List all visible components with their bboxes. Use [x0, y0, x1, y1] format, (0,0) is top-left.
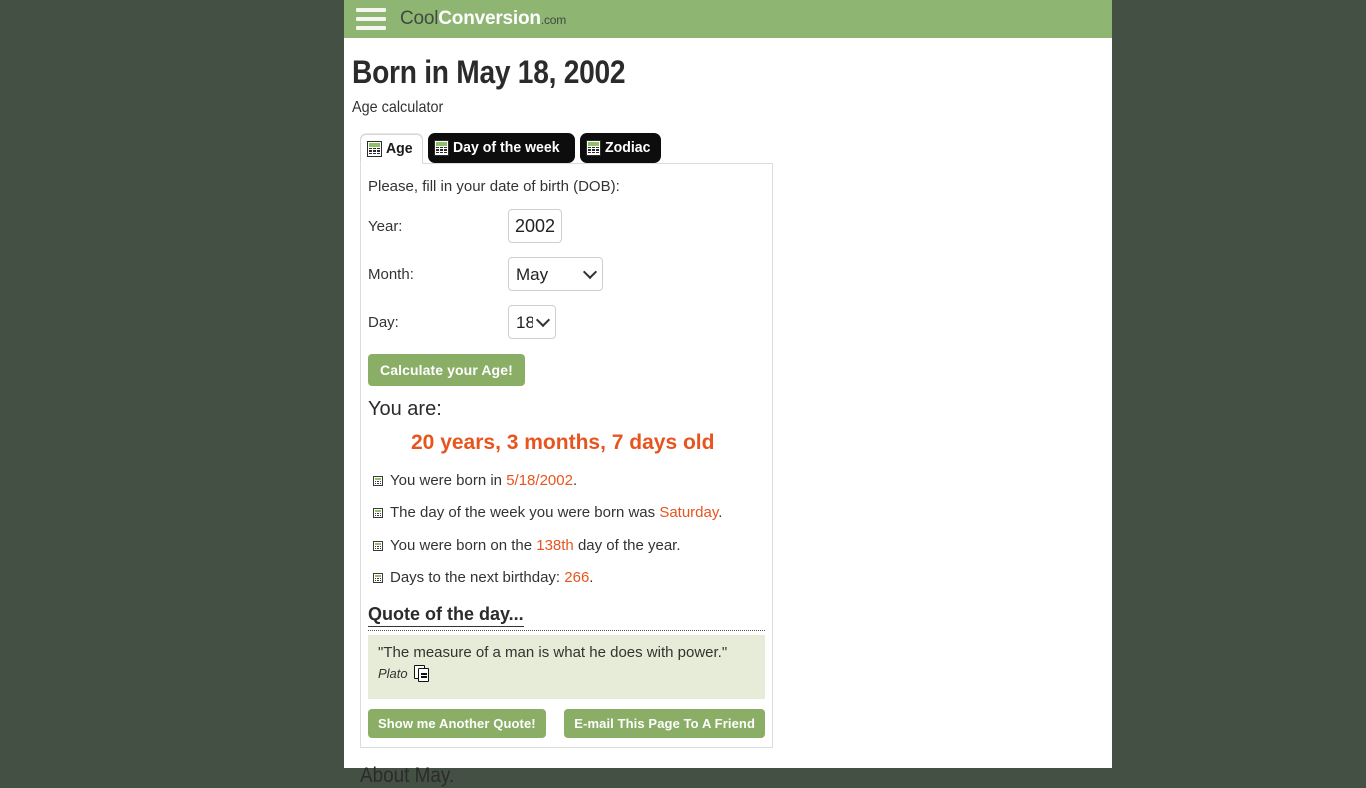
- day-label: Day:: [368, 313, 399, 331]
- page-subtitle: Age calculator: [352, 99, 444, 116]
- logo-text-com: .com: [540, 13, 567, 27]
- show-another-quote-button[interactable]: Show me Another Quote!: [368, 709, 546, 738]
- fact-highlight: 266: [564, 568, 590, 586]
- calculate-age-button[interactable]: Calculate your Age!: [368, 354, 525, 386]
- dob-prompt: Please, fill in your date of birth (DOB)…: [368, 178, 620, 195]
- fact-text: Days to the next birthday:: [390, 568, 565, 586]
- tab-age[interactable]: Age: [360, 134, 424, 164]
- site-header: CoolConversion.com: [344, 0, 1112, 38]
- fact-suffix: day of the year.: [573, 536, 681, 554]
- calculator-bullet-icon: [373, 476, 383, 486]
- you-are-label: You are:: [368, 398, 442, 420]
- email-page-button[interactable]: E-mail This Page To A Friend: [564, 709, 765, 738]
- hamburger-bar: [356, 17, 386, 21]
- fact-highlight: 138th: [536, 536, 574, 554]
- fact-suffix: .: [718, 504, 723, 522]
- fact-suffix: .: [572, 472, 578, 489]
- month-select[interactable]: May: [508, 257, 603, 291]
- copy-icon[interactable]: [413, 665, 430, 682]
- age-result: 20 years, 3 months, 7 days old: [411, 431, 715, 454]
- main-content: Born in May 18, 2002 Age calculator Age …: [344, 54, 1112, 788]
- fact-text: You were born in: [390, 472, 507, 489]
- calculator-icon: [585, 139, 601, 156]
- tab-day-of-the-week-label: Day of the week: [453, 139, 560, 156]
- tab-zodiac-label: Zodiac: [604, 139, 651, 156]
- list-item: The day of the week you were born was Sa…: [371, 503, 760, 523]
- calculator-icon: [367, 140, 382, 157]
- quote-author-row: Plato: [378, 665, 755, 682]
- calculator-icon: [434, 139, 450, 156]
- tab-day-of-the-week[interactable]: Day of the week: [428, 133, 575, 163]
- year-label: Year:: [368, 217, 403, 235]
- day-row: Day: 18: [368, 305, 772, 339]
- month-row: Month: May: [368, 257, 772, 291]
- list-item: You were born on the 138th day of the ye…: [371, 536, 760, 556]
- facts-list: You were born in 5/18/2002. The day of t…: [361, 471, 772, 588]
- fact-highlight: Saturday: [659, 504, 719, 522]
- quote-button-row: Show me Another Quote! E-mail This Page …: [368, 709, 765, 738]
- fact-text: You were born on the: [390, 536, 537, 554]
- quote-of-the-day-heading: Quote of the day...: [368, 604, 524, 627]
- tab-zodiac[interactable]: Zodiac: [579, 133, 662, 163]
- day-select[interactable]: 18: [508, 305, 556, 339]
- logo-text-conversion: Conversion: [438, 8, 541, 29]
- fact-suffix: .: [589, 568, 594, 586]
- list-item: Days to the next birthday: 266.: [371, 568, 760, 588]
- fact-highlight: 5/18/2002: [506, 472, 573, 489]
- year-input[interactable]: [508, 209, 562, 243]
- page-title: Born in May 18, 2002: [352, 54, 626, 90]
- tab-age-label: Age: [386, 140, 413, 157]
- calculator-bullet-icon: [373, 540, 383, 551]
- site-logo[interactable]: CoolConversion.com: [400, 8, 566, 30]
- page-container: CoolConversion.com Born in May 18, 2002 …: [344, 0, 1112, 787]
- month-label: Month:: [368, 265, 414, 283]
- fact-text: The day of the week you were born was: [390, 504, 660, 522]
- calculator-bullet-icon: [373, 508, 383, 519]
- divider: [368, 630, 765, 631]
- quote-author: Plato: [378, 666, 408, 681]
- quote-box: "The measure of a man is what he does wi…: [368, 635, 765, 699]
- list-item: You were born in 5/18/2002.: [371, 471, 760, 491]
- quote-text: "The measure of a man is what he does wi…: [378, 644, 728, 661]
- logo-text-cool: Cool: [400, 8, 439, 29]
- age-calculator-panel: Please, fill in your date of birth (DOB)…: [360, 163, 773, 748]
- year-row: Year:: [368, 209, 772, 243]
- hamburger-bar: [356, 8, 386, 12]
- hamburger-icon[interactable]: [356, 8, 386, 30]
- hamburger-bar: [356, 26, 386, 30]
- calculator-bullet-icon: [373, 572, 383, 583]
- tab-bar: Age Day of the week Zodiac: [360, 131, 1112, 164]
